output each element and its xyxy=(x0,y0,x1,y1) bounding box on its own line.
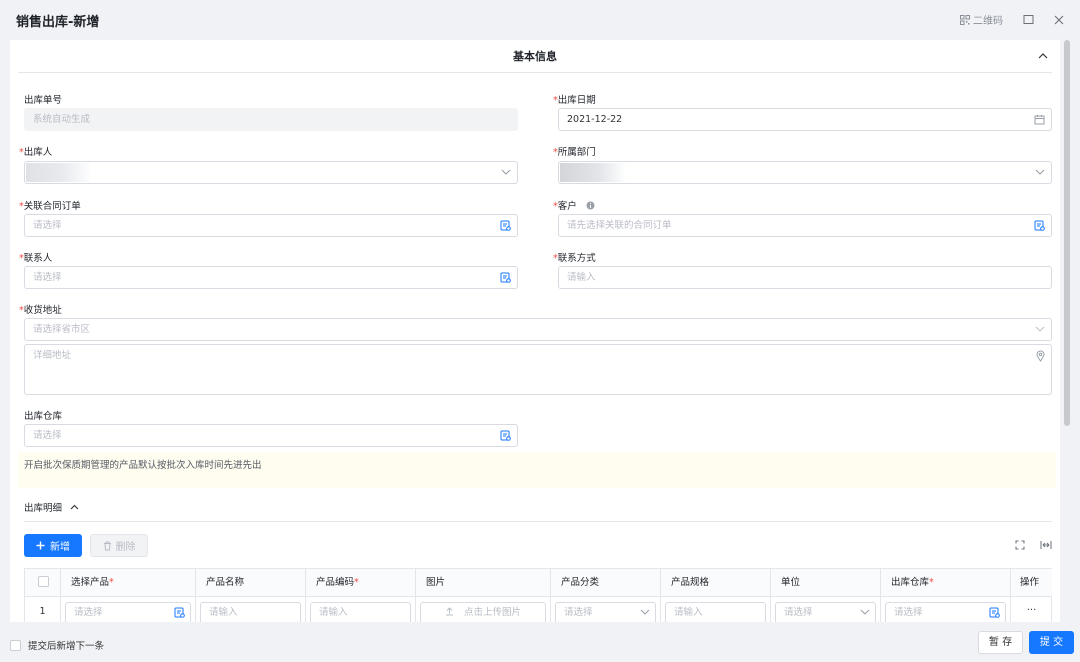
close-icon[interactable] xyxy=(1054,15,1064,25)
form-card: 基本信息 出库单号 系统自动生成 *出库日期 2021-12-22 *出库人 *… xyxy=(10,40,1060,622)
column-header: 单位 xyxy=(771,569,881,596)
column-header: 产品规格 xyxy=(661,569,771,596)
spec-input[interactable]: 请输入 xyxy=(665,602,766,622)
select-list-icon[interactable] xyxy=(989,607,1000,618)
row-warehouse-select[interactable]: 请选择 xyxy=(885,602,1006,622)
select-list-icon[interactable] xyxy=(500,430,511,441)
person-select[interactable] xyxy=(24,161,518,184)
redacted-value xyxy=(560,163,626,182)
chevron-down-icon xyxy=(1035,169,1045,175)
table-cell: 请选择 xyxy=(551,596,661,622)
table-cell: 请选择 xyxy=(771,596,881,622)
order-no-label: 出库单号 xyxy=(24,95,63,106)
table-cell: 点击上传图片 xyxy=(416,596,551,622)
select-all-cell xyxy=(25,569,61,596)
category-select[interactable]: 请选择 xyxy=(555,602,656,622)
plus-icon xyxy=(36,541,45,550)
table-cell: 请输入 xyxy=(306,596,416,622)
select-list-icon[interactable] xyxy=(1034,220,1045,231)
details-header: 出库明细 xyxy=(24,500,79,514)
table-cell: 请输入 xyxy=(661,596,771,622)
contract-select[interactable]: 请选择 xyxy=(24,214,518,237)
product-code-input[interactable]: 请输入 xyxy=(310,602,411,622)
product-select[interactable]: 请选择 xyxy=(65,602,191,622)
column-header: 产品编码* xyxy=(306,569,416,596)
region-select[interactable]: 请选择省市区 xyxy=(24,318,1052,341)
chevron-down-icon xyxy=(1035,326,1045,332)
contact-select[interactable]: 请选择 xyxy=(24,266,518,289)
save-draft-button[interactable]: 暂 存 xyxy=(978,631,1023,654)
fullscreen-icon[interactable] xyxy=(1015,540,1025,550)
column-header: 操作 xyxy=(1011,569,1052,596)
chevron-up-icon[interactable] xyxy=(1038,52,1048,59)
maximize-icon[interactable] xyxy=(1023,14,1034,25)
warehouse-label: 出库仓库 xyxy=(24,411,63,422)
column-header: 图片 xyxy=(416,569,551,596)
dialog-title: 销售出库-新增 xyxy=(16,15,100,30)
info-icon xyxy=(586,201,595,210)
section-title: 基本信息 xyxy=(513,50,557,63)
qrcode-icon xyxy=(960,14,970,25)
column-width-icon[interactable] xyxy=(1040,540,1052,550)
department-label: *所属部门 xyxy=(553,147,596,158)
details-table: 选择产品* 产品名称 产品编码* 图片 产品分类 产品规格 单位 出库仓库* 操… xyxy=(24,568,1052,622)
table-cell: 请输入 xyxy=(196,596,306,622)
redacted-value xyxy=(26,163,92,182)
location-pin-icon[interactable] xyxy=(1036,350,1045,362)
chevron-down-icon xyxy=(860,609,870,615)
vertical-scrollbar[interactable] xyxy=(1064,40,1070,426)
warehouse-select[interactable]: 请选择 xyxy=(24,424,518,447)
upload-icon xyxy=(445,607,453,616)
chevron-up-icon[interactable] xyxy=(70,504,79,510)
dialog-footer: 提交后新增下一条 暂 存 提 交 xyxy=(0,624,1080,662)
date-label: *出库日期 xyxy=(553,95,596,106)
continue-checkbox-group[interactable]: 提交后新增下一条 xyxy=(10,638,104,652)
add-row-button[interactable]: 新增 xyxy=(24,534,82,557)
customer-label: *客户 xyxy=(553,198,595,212)
delete-row-button[interactable]: 删除 xyxy=(90,534,148,557)
person-label: *出库人 xyxy=(19,147,53,158)
row-index: 1 xyxy=(25,596,61,622)
trash-icon xyxy=(103,541,111,550)
column-header: 选择产品* xyxy=(61,569,196,596)
date-picker[interactable]: 2021-12-22 xyxy=(558,108,1052,131)
select-list-icon[interactable] xyxy=(174,607,185,618)
table-cell: 请选择 xyxy=(61,596,196,622)
column-header: 产品分类 xyxy=(551,569,661,596)
more-actions-button[interactable]: ··· xyxy=(1011,596,1052,622)
qrcode-button[interactable]: 二维码 xyxy=(960,12,1003,27)
details-title: 出库明细 xyxy=(24,503,63,514)
department-select[interactable] xyxy=(558,161,1052,184)
select-list-icon[interactable] xyxy=(500,220,511,231)
contact-method-input[interactable]: 请输入 xyxy=(558,266,1052,289)
contract-label: *关联合同订单 xyxy=(19,201,81,212)
address-label: *收货地址 xyxy=(19,305,62,316)
submit-button[interactable]: 提 交 xyxy=(1029,631,1074,654)
product-name-input[interactable]: 请输入 xyxy=(200,602,301,622)
fifo-notice: 开启批次保质期管理的产品默认按批次入库时间先进先出 xyxy=(18,452,1056,488)
customer-select[interactable]: 请先选择关联的合同订单 xyxy=(558,214,1052,237)
contact-method-label: *联系方式 xyxy=(553,253,596,264)
order-no-input: 系统自动生成 xyxy=(24,108,518,131)
calendar-icon xyxy=(1034,115,1045,125)
divider xyxy=(24,521,1052,522)
dialog-header: 销售出库-新增 二维码 xyxy=(0,0,1080,40)
continue-label: 提交后新增下一条 xyxy=(28,641,105,652)
qrcode-label: 二维码 xyxy=(973,16,1003,27)
section-header: 基本信息 xyxy=(18,40,1052,73)
select-list-icon[interactable] xyxy=(500,272,511,283)
chevron-down-icon xyxy=(640,609,650,615)
column-header: 出库仓库* xyxy=(881,569,1011,596)
chevron-down-icon xyxy=(501,169,511,175)
table-cell: 请选择 xyxy=(881,596,1011,622)
contact-label: *联系人 xyxy=(19,253,53,264)
unit-select[interactable]: 请选择 xyxy=(775,602,876,622)
continue-checkbox[interactable] xyxy=(10,639,21,651)
column-header: 产品名称 xyxy=(196,569,306,596)
select-all-checkbox[interactable] xyxy=(38,576,49,587)
address-detail-textarea[interactable]: 详细地址 xyxy=(24,344,1052,395)
image-upload[interactable]: 点击上传图片 xyxy=(420,602,546,622)
